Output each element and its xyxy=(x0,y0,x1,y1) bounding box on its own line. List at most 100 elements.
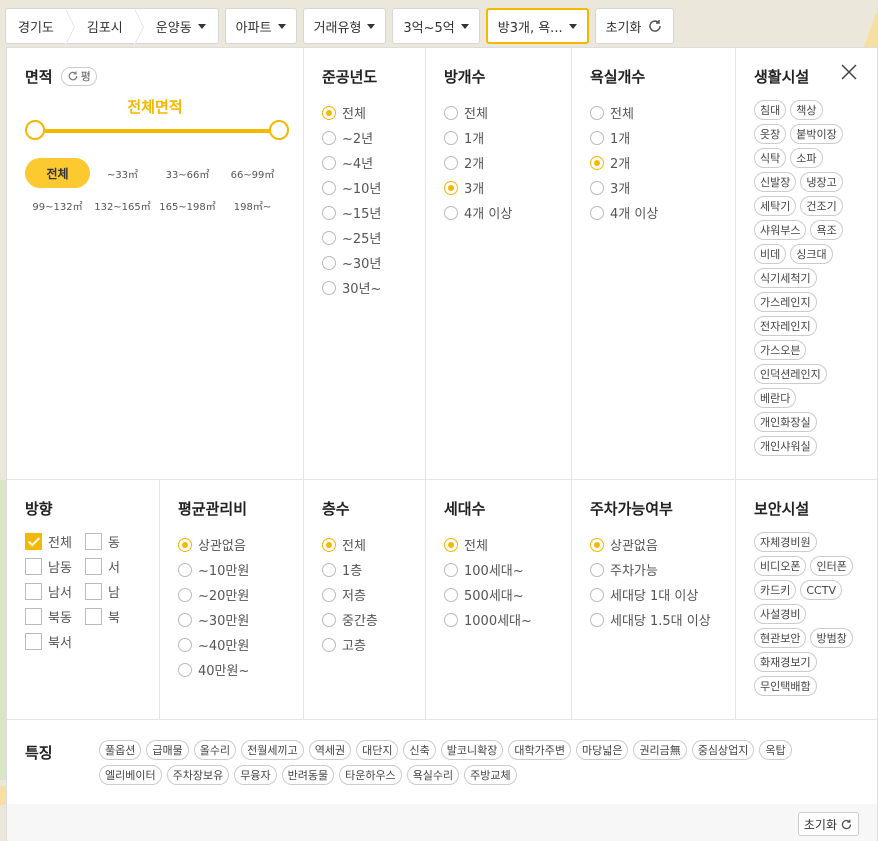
checkbox[interactable] xyxy=(25,582,42,600)
radio-button[interactable] xyxy=(444,587,458,602)
features-tag[interactable]: 역세권 xyxy=(308,740,352,760)
features-tag[interactable]: 반려동물 xyxy=(281,765,335,785)
rooms-option[interactable]: 1개 xyxy=(444,125,571,150)
built-year-option[interactable]: ~15년 xyxy=(322,200,425,225)
built-year-option[interactable]: ~30년 xyxy=(322,250,425,275)
direction-option[interactable]: 북동 xyxy=(25,607,85,626)
area-option[interactable]: 33~66㎡ xyxy=(155,158,220,188)
area-option[interactable]: 99~132㎡ xyxy=(25,196,90,214)
radio-button[interactable] xyxy=(322,537,336,552)
features-tag[interactable]: 전월세끼고 xyxy=(241,740,304,760)
radio-button[interactable] xyxy=(590,205,604,220)
features-tag[interactable]: 권리금無 xyxy=(633,740,687,760)
radio-button[interactable] xyxy=(322,587,336,602)
features-tag[interactable]: 무융자 xyxy=(234,765,277,785)
security-tag[interactable]: 현관보안 xyxy=(754,628,807,648)
maint-fee-option[interactable]: ~20만원 xyxy=(178,582,303,607)
parking-option[interactable]: 세대당 1대 이상 xyxy=(590,582,735,607)
features-tag[interactable]: 대학가주변 xyxy=(508,740,571,760)
security-tag[interactable]: 사설경비 xyxy=(754,604,807,624)
radio-button[interactable] xyxy=(322,255,336,270)
radio-button[interactable] xyxy=(444,612,458,627)
households-option[interactable]: 전체 xyxy=(444,532,571,557)
security-tag[interactable]: 카드키 xyxy=(754,580,797,600)
radio-button[interactable] xyxy=(178,587,192,602)
living-tag[interactable]: 냉장고 xyxy=(800,172,843,192)
radio-button[interactable] xyxy=(590,587,604,602)
living-tag[interactable]: 개인화장실 xyxy=(754,412,817,432)
living-tag[interactable]: 건조기 xyxy=(800,196,843,216)
breadcrumb-city[interactable]: 김포시 xyxy=(75,9,135,43)
floor-option[interactable]: 고층 xyxy=(322,632,425,657)
breadcrumb-province[interactable]: 경기도 xyxy=(6,9,66,43)
security-tag[interactable]: 자체경비원 xyxy=(754,532,817,552)
checkbox[interactable] xyxy=(85,557,102,575)
area-option[interactable]: 132~165㎡ xyxy=(90,196,155,214)
direction-option[interactable]: 북 xyxy=(85,607,145,626)
close-icon[interactable] xyxy=(841,64,857,80)
living-tag[interactable]: 샤워부스 xyxy=(754,220,807,240)
rooms-option[interactable]: 3개 xyxy=(444,175,571,200)
living-tag[interactable]: 세탁기 xyxy=(754,196,797,216)
radio-button[interactable] xyxy=(322,230,336,245)
area-slider-max-handle[interactable] xyxy=(269,120,289,140)
living-tag[interactable]: 옷장 xyxy=(754,124,787,144)
area-option[interactable]: 전체 xyxy=(25,158,90,188)
households-option[interactable]: 500세대~ xyxy=(444,582,571,607)
reset-button[interactable]: 초기화 xyxy=(594,8,675,44)
direction-option[interactable]: 전체 xyxy=(25,532,85,551)
security-tag[interactable]: 무인택배함 xyxy=(754,676,817,696)
security-tag[interactable]: 방범창 xyxy=(810,628,853,648)
maint-fee-option[interactable]: 40만원~ xyxy=(178,657,303,682)
features-tag[interactable]: 중심상업지 xyxy=(691,740,755,760)
security-tag[interactable]: CCTV xyxy=(800,580,842,600)
living-tag[interactable]: 비데 xyxy=(754,244,787,264)
direction-option[interactable]: 남동 xyxy=(25,557,85,576)
floor-option[interactable]: 전체 xyxy=(322,532,425,557)
radio-button[interactable] xyxy=(322,205,336,220)
living-tag[interactable]: 책상 xyxy=(790,100,823,120)
radio-button[interactable] xyxy=(322,562,336,577)
built-year-option[interactable]: 전체 xyxy=(322,100,425,125)
checkbox[interactable] xyxy=(25,607,42,625)
radio-button[interactable] xyxy=(590,562,604,577)
living-tag[interactable]: 가스레인지 xyxy=(754,292,817,312)
baths-option[interactable]: 1개 xyxy=(590,125,735,150)
floor-option[interactable]: 중간층 xyxy=(322,607,425,632)
living-tag[interactable]: 욕조 xyxy=(810,220,843,240)
built-year-option[interactable]: ~25년 xyxy=(322,225,425,250)
features-tag[interactable]: 풀옵션 xyxy=(99,740,142,760)
living-tag[interactable]: 침대 xyxy=(754,100,787,120)
checkbox[interactable] xyxy=(25,557,42,575)
baths-option[interactable]: 3개 xyxy=(590,175,735,200)
direction-option[interactable]: 남 xyxy=(85,582,145,601)
area-option[interactable]: 165~198㎡ xyxy=(155,196,220,214)
maint-fee-option[interactable]: ~10만원 xyxy=(178,557,303,582)
security-tag[interactable]: 화재경보기 xyxy=(754,652,817,672)
radio-button[interactable] xyxy=(444,105,458,120)
households-option[interactable]: 100세대~ xyxy=(444,557,571,582)
radio-button[interactable] xyxy=(590,155,604,170)
radio-button[interactable] xyxy=(590,537,604,552)
radio-button[interactable] xyxy=(444,537,458,552)
households-option[interactable]: 1000세대~ xyxy=(444,607,571,632)
baths-option[interactable]: 4개 이상 xyxy=(590,200,735,225)
built-year-option[interactable]: ~2년 xyxy=(322,125,425,150)
radio-button[interactable] xyxy=(590,612,604,627)
living-tag[interactable]: 붙박이장 xyxy=(790,124,843,144)
area-slider-track[interactable] xyxy=(35,129,279,133)
radio-button[interactable] xyxy=(322,280,336,295)
radio-button[interactable] xyxy=(444,562,458,577)
rooms-option[interactable]: 2개 xyxy=(444,150,571,175)
parking-option[interactable]: 상관없음 xyxy=(590,532,735,557)
living-tag[interactable]: 소파 xyxy=(790,148,823,168)
checkbox[interactable] xyxy=(25,532,42,550)
deal-type-dropdown[interactable]: 거래유형 xyxy=(302,8,387,44)
checkbox[interactable] xyxy=(85,607,102,625)
radio-button[interactable] xyxy=(590,105,604,120)
radio-button[interactable] xyxy=(444,205,458,220)
features-tag[interactable]: 올수리 xyxy=(193,740,237,760)
radio-button[interactable] xyxy=(444,155,458,170)
area-option[interactable]: 66~99㎡ xyxy=(220,158,285,188)
price-dropdown[interactable]: 3억~5억 xyxy=(392,8,480,44)
